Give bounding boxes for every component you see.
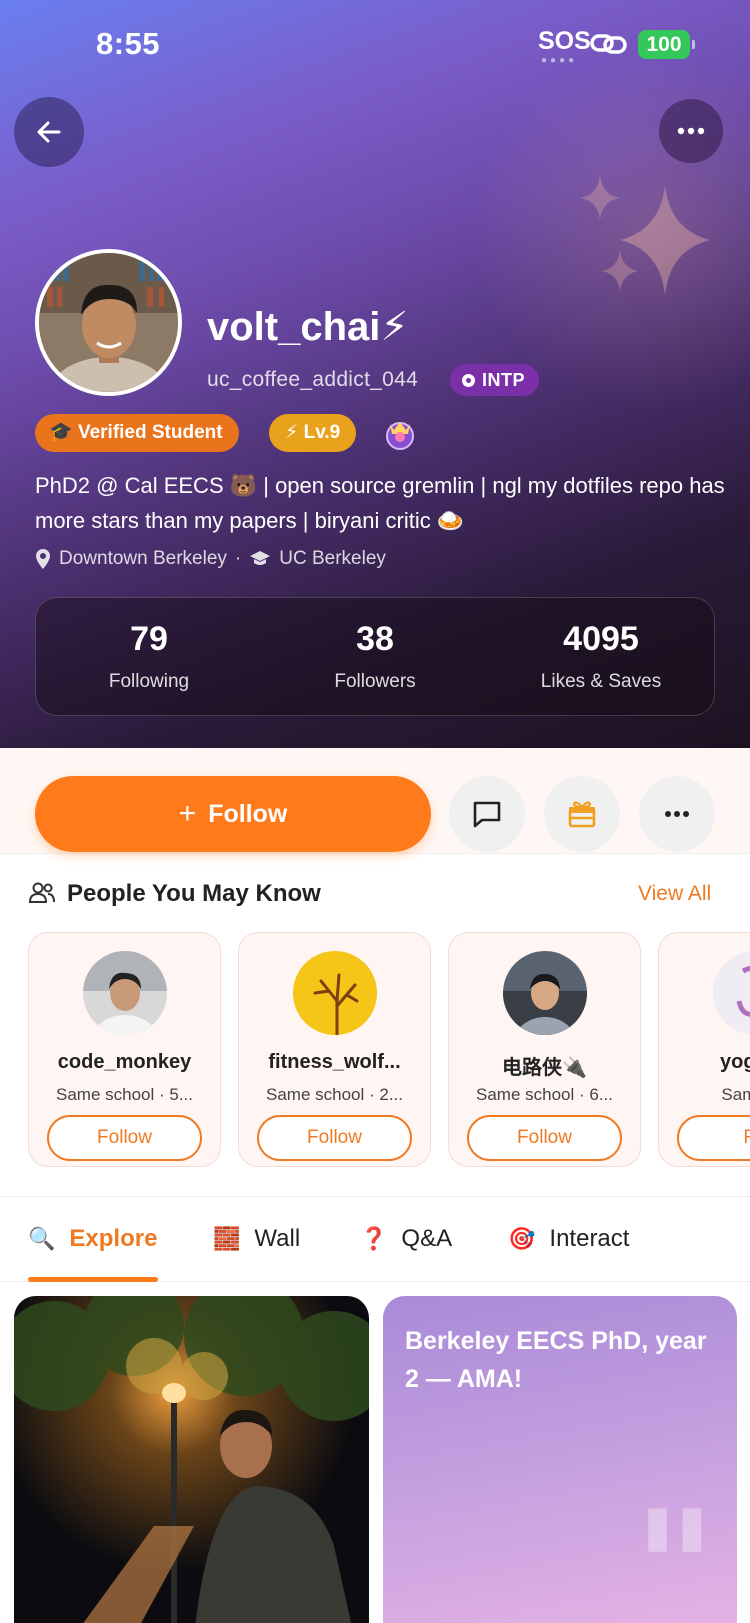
search-icon: 🔍 bbox=[28, 1226, 56, 1251]
status-time: 8:55 bbox=[96, 26, 161, 61]
tab-wall[interactable]: 🧱 Wall bbox=[213, 1225, 300, 1253]
mbti-badge[interactable]: INTP bbox=[450, 364, 540, 396]
level-label: Lv.9 bbox=[303, 422, 341, 443]
message-button[interactable] bbox=[449, 776, 525, 852]
pymk-carousel[interactable]: code_monkey Same school · 5... Follow fi… bbox=[28, 932, 750, 1167]
crown-achievement-icon[interactable] bbox=[381, 414, 419, 452]
profile-avatar[interactable] bbox=[35, 249, 182, 396]
more-options-button[interactable] bbox=[659, 99, 723, 163]
tab-explore[interactable]: 🔍 Explore bbox=[28, 1225, 157, 1253]
tab-label: Interact bbox=[549, 1225, 630, 1252]
gift-icon bbox=[568, 801, 596, 828]
suggested-user-reason: Same school · 6... bbox=[475, 1085, 613, 1104]
suggested-user-card[interactable]: yoga_s Same sc Fo bbox=[658, 932, 750, 1167]
tab-label: Wall bbox=[254, 1225, 301, 1252]
sparkle-decoration-icon bbox=[580, 175, 710, 295]
chat-bubble-icon bbox=[473, 801, 501, 828]
quote-decoration-icon: " bbox=[633, 1476, 717, 1623]
more-actions-button[interactable] bbox=[639, 776, 715, 852]
arrow-left-icon bbox=[37, 121, 61, 143]
suggested-user-card[interactable]: fitness_wolf... Same school · 2... Follo… bbox=[238, 932, 431, 1167]
suggested-user-name: fitness_wolf... bbox=[268, 1051, 401, 1073]
pymk-header: People You May Know View All bbox=[0, 854, 750, 924]
profile-tabs: 🔍 Explore 🧱 Wall ❓ Q&A 🎯 Interact bbox=[0, 1196, 750, 1282]
suggested-user-avatar[interactable] bbox=[713, 951, 750, 1035]
meta-separator: · bbox=[234, 548, 242, 569]
suggested-user-avatar[interactable] bbox=[83, 951, 167, 1035]
profile-header: 8:55 SOS ●●●● 100 volt_chai⚡ uc_coffee_a… bbox=[0, 0, 750, 748]
suggested-user-avatar[interactable] bbox=[293, 951, 377, 1035]
feed-grid: Berkeley EECS PhD, year 2 — AMA! " bbox=[0, 1283, 750, 1623]
suggested-user-reason: Same school · 5... bbox=[55, 1085, 193, 1104]
target-icon: 🎯 bbox=[508, 1226, 536, 1251]
stat-value: 38 bbox=[356, 620, 394, 658]
profile-meta: Downtown Berkeley · UC Berkeley bbox=[35, 548, 386, 570]
more-horizontal-icon bbox=[665, 811, 689, 817]
suggested-follow-button[interactable]: Follow bbox=[257, 1115, 412, 1161]
more-horizontal-icon bbox=[677, 127, 705, 135]
stat-value: 4095 bbox=[563, 620, 639, 658]
stat-label: Following bbox=[108, 671, 190, 692]
school-cap-icon bbox=[250, 551, 271, 565]
stat-label: Likes & Saves bbox=[540, 671, 662, 692]
stat-following[interactable]: 79 Following bbox=[36, 598, 262, 715]
location-text: Downtown Berkeley bbox=[59, 548, 227, 569]
suggested-user-card[interactable]: 电路侠🔌 Same school · 6... Follow bbox=[448, 932, 641, 1167]
profile-username: volt_chai⚡ bbox=[207, 305, 409, 349]
suggested-user-avatar[interactable] bbox=[503, 951, 587, 1035]
people-icon bbox=[28, 882, 55, 903]
tab-label: Explore bbox=[69, 1225, 158, 1252]
tab-interact[interactable]: 🎯 Interact bbox=[508, 1225, 629, 1253]
battery-indicator: 100 bbox=[638, 30, 695, 59]
graduation-cap-icon: 🎓 bbox=[49, 422, 73, 443]
stat-followers[interactable]: 38 Followers bbox=[262, 598, 488, 715]
suggested-follow-button[interactable]: Follow bbox=[467, 1115, 622, 1161]
suggested-user-name: code_monkey bbox=[57, 1051, 192, 1073]
stat-likes-saves[interactable]: 4095 Likes & Saves bbox=[488, 598, 714, 715]
text-post-title: Berkeley EECS PhD, year 2 — AMA! bbox=[405, 1327, 707, 1393]
question-icon: ❓ bbox=[360, 1226, 388, 1251]
sos-indicator: SOS bbox=[538, 27, 591, 55]
text-post-card[interactable]: Berkeley EECS PhD, year 2 — AMA! " bbox=[383, 1296, 737, 1623]
lightning-icon: ⚡ bbox=[285, 422, 299, 443]
suggested-follow-button[interactable]: Follow bbox=[47, 1115, 202, 1161]
action-bar: + Follow bbox=[0, 748, 750, 854]
plus-icon: + bbox=[178, 797, 197, 830]
brain-icon bbox=[462, 374, 475, 387]
follow-button[interactable]: + Follow bbox=[35, 776, 431, 852]
gift-button[interactable] bbox=[544, 776, 620, 852]
stat-label: Followers bbox=[334, 671, 416, 692]
follow-label: Follow bbox=[208, 799, 288, 828]
suggested-user-reason: Same school · 2... bbox=[265, 1085, 403, 1104]
school-text: UC Berkeley bbox=[279, 548, 386, 569]
pymk-title: People You May Know bbox=[67, 880, 321, 907]
back-button[interactable] bbox=[14, 97, 84, 167]
active-tab-indicator bbox=[28, 1277, 158, 1282]
link-icon bbox=[590, 34, 627, 54]
suggested-user-card[interactable]: code_monkey Same school · 5... Follow bbox=[28, 932, 221, 1167]
suggested-user-name: 电路侠🔌 bbox=[502, 1057, 587, 1079]
suggested-follow-button[interactable]: Fo bbox=[677, 1115, 750, 1161]
verified-label: Verified Student bbox=[77, 422, 223, 443]
location-pin-icon bbox=[36, 549, 50, 569]
mbti-label: INTP bbox=[482, 370, 526, 390]
profile-handle: uc_coffee_addict_044 bbox=[207, 368, 419, 391]
signal-dots: ●●●● bbox=[541, 55, 578, 66]
stat-value: 79 bbox=[130, 620, 168, 658]
profile-stats: 79 Following 38 Followers 4095 Likes & S… bbox=[35, 597, 715, 716]
profile-bio: PhD2 @ Cal EECS 🐻 | open source gremlin … bbox=[35, 473, 725, 533]
photo-post-card[interactable] bbox=[14, 1296, 369, 1623]
suggested-user-reason: Same sc bbox=[721, 1085, 750, 1104]
verified-student-badge[interactable]: 🎓 Verified Student bbox=[35, 414, 239, 452]
brick-icon: 🧱 bbox=[213, 1226, 241, 1251]
level-badge[interactable]: ⚡ Lv.9 bbox=[269, 414, 357, 452]
view-all-link[interactable]: View All bbox=[638, 882, 711, 906]
tab-qa[interactable]: ❓ Q&A bbox=[360, 1225, 452, 1253]
tab-label: Q&A bbox=[401, 1225, 453, 1252]
suggested-user-name: yoga_s bbox=[720, 1051, 750, 1073]
status-bar: 8:55 SOS ●●●● 100 bbox=[0, 0, 750, 90]
